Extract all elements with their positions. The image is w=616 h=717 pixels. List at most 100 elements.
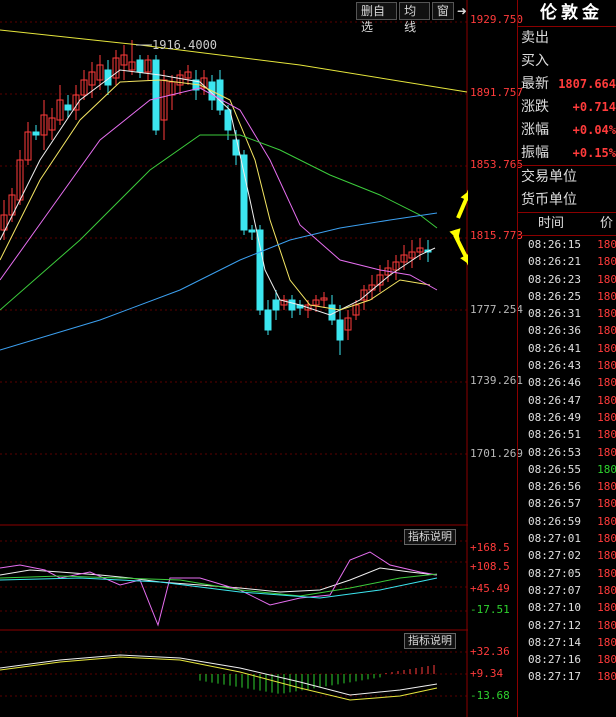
tick-price: 180 <box>597 410 616 424</box>
tick-price: 180 <box>597 307 616 321</box>
window-button[interactable]: 窗 <box>431 2 454 20</box>
tick-time: 08:27:14 <box>528 635 581 649</box>
tick-time: 08:26:53 <box>528 445 581 459</box>
tick-time: 08:26:23 <box>528 272 581 286</box>
quote-value: +0.04% <box>572 123 616 137</box>
tick-price: 180 <box>597 324 616 338</box>
price-axis-label: 1891.757 <box>470 86 523 99</box>
quote-value: +0.15% <box>572 146 616 160</box>
tick-price: 180 <box>597 549 616 563</box>
tick-price: 180 <box>597 566 616 580</box>
tick-time: 08:27:07 <box>528 583 581 597</box>
candle-body <box>264 309 272 331</box>
tick-time: 08:26:15 <box>528 238 581 251</box>
tick-time: 08:26:41 <box>528 341 581 355</box>
quote-label: 卖出 <box>521 30 549 46</box>
tick-row: 08:26:59 180 <box>518 513 616 530</box>
candle-body <box>336 319 344 341</box>
trendline <box>0 29 468 93</box>
tick-time: 08:26:21 <box>528 255 581 269</box>
moving-average-button[interactable]: 均线 <box>399 2 430 34</box>
tick-row: 08:26:23 180 <box>518 271 616 288</box>
ind1-line-d <box>0 577 438 599</box>
delete-favorite-button[interactable]: 删自选 <box>356 2 398 34</box>
tick-price: 180 <box>597 653 616 667</box>
tick-time: 08:27:12 <box>528 618 581 632</box>
tick-row: 08:26:57 180 <box>518 495 616 512</box>
candle-body <box>288 299 296 311</box>
candle-body <box>32 131 40 136</box>
candle-body <box>256 229 264 311</box>
quote-row: 货币单位 <box>518 189 616 212</box>
tick-price: 180 <box>597 272 616 286</box>
tick-row: 08:26:21 180 <box>518 253 616 270</box>
tick-time: 08:26:59 <box>528 514 581 528</box>
tick-time: 08:26:36 <box>528 324 581 338</box>
tick-time: 08:27:16 <box>528 653 581 667</box>
indicator2-axis-label: +9.34 <box>470 667 504 680</box>
quote-label: 振幅 <box>521 145 549 161</box>
tick-price: 180 <box>597 670 616 684</box>
tick-price: 180 <box>597 635 616 649</box>
candle-body <box>248 229 256 233</box>
candle-body <box>224 109 232 131</box>
tick-time: 08:26:47 <box>528 393 581 407</box>
tick-row: 08:26:46 180 <box>518 374 616 391</box>
tick-time: 08:27:01 <box>528 532 581 546</box>
tick-time: 08:27:17 <box>528 670 581 684</box>
price-axis-label: 1739.261 <box>470 374 523 387</box>
tick-price: 180 <box>597 255 616 269</box>
candle-body <box>136 59 144 73</box>
price-axis-label: 1777.254 <box>470 303 523 316</box>
tick-time: 08:26:55 <box>528 462 581 476</box>
tick-price: 180 <box>597 376 616 390</box>
tick-price: 180 <box>597 514 616 528</box>
tick-price: 180 <box>597 532 616 546</box>
quote-value: +0.714 <box>572 100 616 114</box>
indicator2-axis-label: +32.36 <box>470 645 510 658</box>
tick-list[interactable]: 08:26:15 180 08:26:21 180 08:26:23 180 08:26:2… <box>518 236 616 686</box>
tick-row: 08:26:36 180 <box>518 322 616 339</box>
tick-time: 08:26:46 <box>528 376 581 390</box>
tick-price: 180 <box>597 393 616 407</box>
candle-body <box>152 59 160 131</box>
tick-price: 180 <box>597 618 616 632</box>
tick-time: 08:26:49 <box>528 410 581 424</box>
tick-price: 180 <box>597 428 616 442</box>
tick-price: 180 <box>597 583 616 597</box>
tick-row: 08:26:25 180 <box>518 288 616 305</box>
exit-arrow-icon[interactable]: ➜ <box>456 4 468 18</box>
indicator-help-button-1[interactable]: 指标说明 <box>404 529 456 545</box>
quote-label: 交易单位 <box>521 169 577 185</box>
quote-label: 最新 <box>521 76 549 92</box>
tick-row: 08:26:31 180 <box>518 305 616 322</box>
tick-time: 08:26:56 <box>528 480 581 494</box>
tick-row: 08:26:49 180 <box>518 409 616 426</box>
tick-row: 08:27:12 180 <box>518 617 616 634</box>
tick-row: 08:26:53 180 <box>518 444 616 461</box>
candle-body <box>64 104 72 111</box>
tick-header-price: 价 <box>600 216 614 231</box>
tick-header: 时间 价 <box>518 212 616 236</box>
ma10-line <box>0 79 431 311</box>
ma60-line <box>0 212 438 351</box>
tick-price: 180 <box>597 341 616 355</box>
chart-area[interactable]: 1916.4000 删自选 均线 窗 ➜ 指标说明 指标说明 <box>0 0 468 717</box>
quote-label: 涨幅 <box>521 122 549 138</box>
tick-row: 08:26:43 180 <box>518 357 616 374</box>
price-axis-label: 1929.750 <box>470 13 523 26</box>
tick-row: 08:26:51 180 <box>518 426 616 443</box>
tick-row: 08:27:01 180 <box>518 530 616 547</box>
instrument-title: 伦敦金 <box>518 0 616 27</box>
quote-row: 最新 1807.664 <box>518 73 616 96</box>
chart-toolbar: 删自选 均线 窗 ➜ <box>356 2 468 34</box>
tick-time: 08:27:05 <box>528 566 581 580</box>
quote-row: 涨跌 +0.714 <box>518 96 616 119</box>
price-axis-label: 1815.773 <box>470 229 523 242</box>
kline-chart[interactable]: 1916.4000 <box>0 0 468 717</box>
tick-row: 08:26:47 180 <box>518 392 616 409</box>
indicator-help-button-2[interactable]: 指标说明 <box>404 633 456 649</box>
tick-price: 180 <box>597 445 616 459</box>
tick-row: 08:27:05 180 <box>518 565 616 582</box>
tick-price: 180 <box>597 359 616 373</box>
